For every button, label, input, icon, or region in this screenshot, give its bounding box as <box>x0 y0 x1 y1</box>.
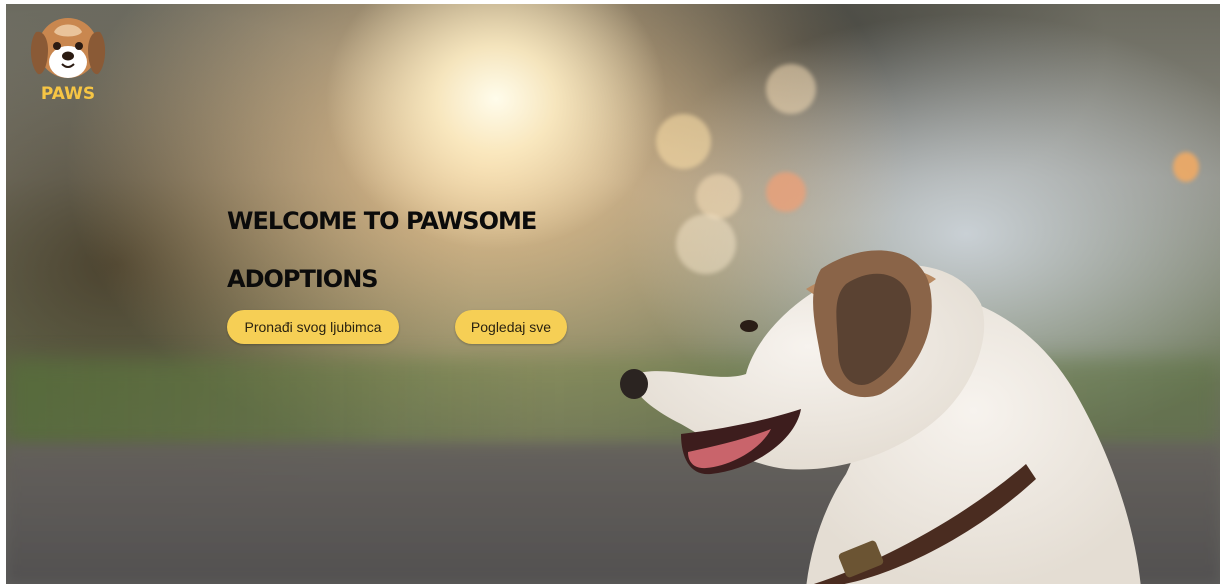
bokeh-light <box>766 172 806 212</box>
bokeh-light <box>656 114 711 169</box>
find-pet-button[interactable]: Pronađi svog ljubimca <box>227 310 399 344</box>
brand-name: PAWS <box>40 84 96 104</box>
brand-logo[interactable]: PAWS <box>26 12 110 108</box>
bokeh-light <box>696 174 741 219</box>
bokeh-light <box>766 64 816 114</box>
view-all-button[interactable]: Pogledaj sve <box>455 310 567 344</box>
bokeh-light <box>1173 152 1199 182</box>
dog-photo <box>620 250 1141 584</box>
dog-face-icon <box>30 18 106 78</box>
hero-headline: WELCOME TO PAWSOME ADOPTIONS <box>227 207 537 293</box>
